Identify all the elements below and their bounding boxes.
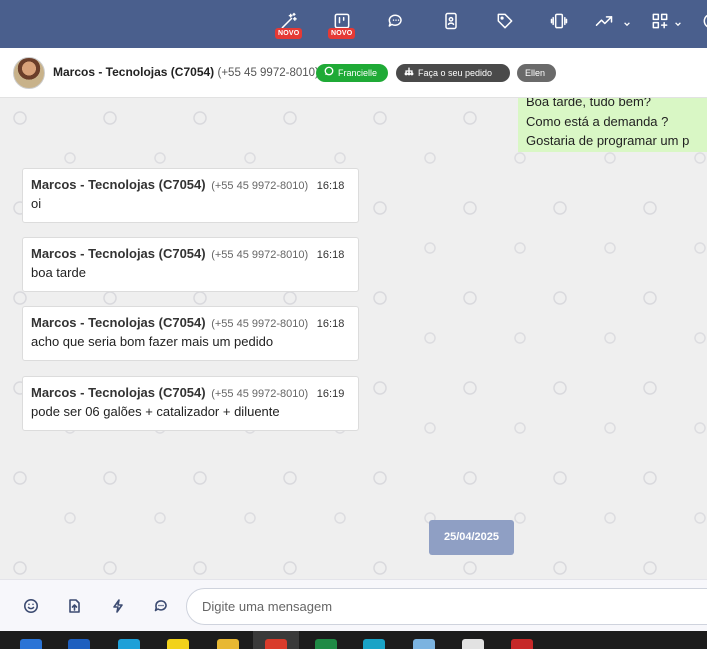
contact-header: Marcos - Tecnolojas (C7054) (+55 45 9972… — [0, 48, 707, 98]
app-icon[interactable] — [511, 639, 533, 649]
trending-up-icon[interactable] — [591, 10, 617, 32]
new-badge: NOVO — [328, 28, 356, 39]
quick-reply-icon[interactable] — [153, 598, 169, 614]
message-sender: Marcos - Tecnolojas (C7054) — [31, 177, 206, 192]
outgoing-line: Como está a demanda ? — [526, 113, 669, 129]
tag-icon[interactable] — [492, 10, 518, 32]
emoji-icon[interactable] — [23, 598, 39, 614]
excel-icon[interactable] — [315, 639, 337, 649]
message-sender: Marcos - Tecnolojas (C7054) — [31, 246, 206, 261]
lightning-icon[interactable] — [110, 598, 126, 614]
message-time: 16:18 — [316, 249, 345, 261]
agent-pill[interactable]: Francielle — [316, 64, 388, 82]
app-icon[interactable] — [118, 639, 140, 649]
contact-phone: (+55 45 9972-8010) — [217, 67, 319, 79]
message-time: 16:18 — [316, 318, 345, 330]
message-text: pode ser 06 galões + catalizador + dilue… — [31, 404, 280, 419]
app-icon[interactable] — [413, 639, 435, 649]
top-toolbar: NOVO NOVO — [0, 0, 707, 48]
sitemap-icon — [404, 64, 414, 82]
message-text: acho que seria bom fazer mais um pedido — [31, 334, 274, 349]
message-phone: (+55 45 9972-8010) — [211, 388, 309, 400]
message-time: 16:18 — [316, 180, 345, 192]
incoming-message: Marcos - Tecnolojas (C7054) (+55 45 9972… — [22, 168, 359, 223]
message-sender: Marcos - Tecnolojas (C7054) — [31, 315, 206, 330]
message-phone: (+55 45 9972-8010) — [211, 318, 309, 330]
apps-grid-icon[interactable] — [647, 10, 673, 32]
message-phone: (+55 45 9972-8010) — [211, 249, 309, 261]
message-text: boa tarde — [31, 265, 86, 280]
user-menu-icon[interactable] — [698, 10, 707, 32]
whatsapp-icon — [324, 64, 334, 82]
message-time: 16:19 — [316, 388, 345, 400]
chrome-icon[interactable] — [265, 639, 287, 649]
user-pill[interactable]: Ellen — [517, 64, 556, 82]
incoming-message: Marcos - Tecnolojas (C7054) (+55 45 9972… — [22, 376, 359, 431]
order-label: Faça o seu pedido — [418, 68, 493, 78]
contact-card-icon[interactable] — [438, 10, 464, 32]
user-name: Ellen — [525, 68, 546, 78]
phone-vibrate-icon[interactable] — [546, 10, 572, 32]
incoming-message: Marcos - Tecnolojas (C7054) (+55 45 9972… — [22, 306, 359, 361]
chevron-down-icon[interactable] — [623, 15, 631, 27]
outgoing-message: Boa tarde, tudo bem? Como está a demanda… — [518, 98, 707, 152]
contact-name: Marcos - Tecnolojas (C7054) — [53, 65, 215, 79]
file-explorer-icon[interactable] — [217, 639, 239, 649]
avatar[interactable] — [13, 57, 45, 89]
message-sender: Marcos - Tecnolojas (C7054) — [31, 385, 206, 400]
chat-area[interactable]: Boa tarde, tudo bem? Como está a demanda… — [0, 98, 707, 579]
chevron-down-icon[interactable] — [674, 15, 682, 27]
app-icon[interactable] — [20, 639, 42, 649]
message-input[interactable] — [186, 588, 707, 625]
contact-title: Marcos - Tecnolojas (C7054) (+55 45 9972… — [53, 65, 319, 79]
incoming-message: Marcos - Tecnolojas (C7054) (+55 45 9972… — [22, 237, 359, 292]
sticky-notes-icon[interactable] — [167, 639, 189, 649]
order-pill[interactable]: Faça o seu pedido — [396, 64, 510, 82]
app-icon[interactable] — [462, 639, 484, 649]
edge-icon[interactable] — [363, 639, 385, 649]
message-phone: (+55 45 9972-8010) — [211, 180, 309, 192]
message-text: oi — [31, 196, 42, 211]
outlook-icon[interactable] — [68, 639, 90, 649]
os-taskbar — [0, 631, 707, 649]
agent-name: Francielle — [338, 68, 378, 78]
outgoing-line: Boa tarde, tudo bem? — [526, 98, 652, 109]
message-composer — [0, 579, 707, 631]
date-separator: 25/04/2025 — [429, 520, 514, 555]
outgoing-line: Gostaria de programar um p — [526, 133, 690, 148]
attach-file-icon[interactable] — [66, 598, 82, 614]
chat-bubbles-icon[interactable] — [383, 10, 409, 32]
new-badge: NOVO — [275, 28, 303, 39]
